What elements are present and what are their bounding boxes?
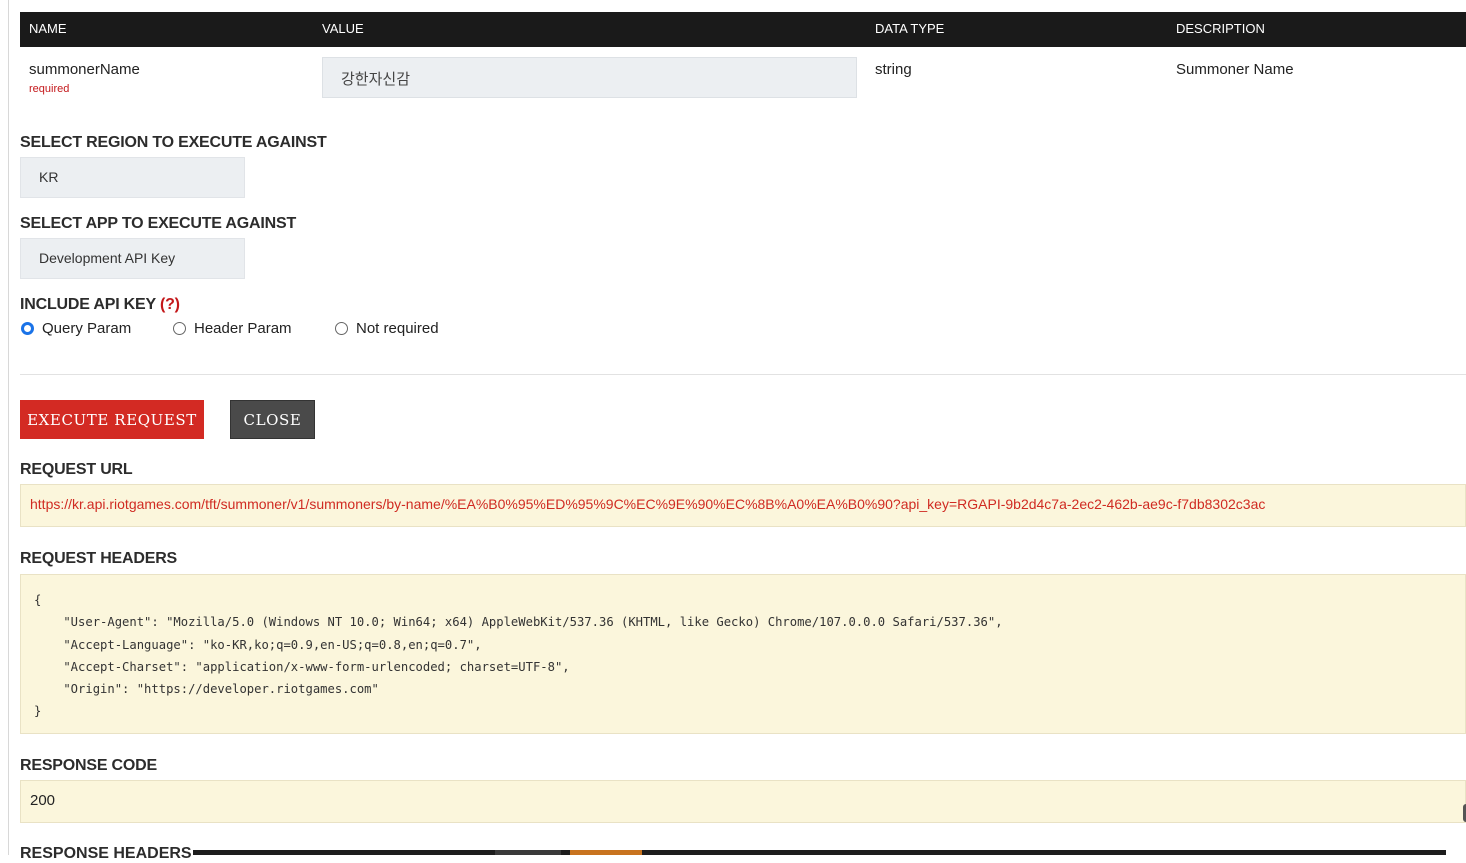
response-code-box: 200 — [20, 780, 1466, 823]
header-value: VALUE — [322, 21, 364, 36]
param-name: summonerName — [29, 61, 140, 78]
radio-label: Not required — [356, 320, 439, 337]
radio-query-param[interactable]: Query Param — [21, 320, 131, 337]
summoner-name-input[interactable]: 강한자신감 — [322, 57, 857, 98]
param-row-summonername: summonerName required 강한자신감 string Summo… — [20, 47, 1466, 112]
radio-header-param[interactable]: Header Param — [173, 320, 292, 337]
app-label: SELECT APP TO EXECUTE AGAINST — [20, 215, 297, 232]
api-console: NAME VALUE DATA TYPE DESCRIPTION summone… — [20, 0, 1466, 862]
response-code-value: 200 — [30, 792, 56, 809]
request-headers-box: { "User-Agent": "Mozilla/5.0 (Windows NT… — [20, 574, 1466, 734]
execute-request-button[interactable]: EXECUTE REQUEST — [20, 400, 204, 439]
left-border — [8, 0, 9, 855]
radio-unchecked-icon[interactable] — [173, 322, 186, 335]
request-headers-label: REQUEST HEADERS — [20, 550, 178, 567]
header-name: NAME — [29, 21, 67, 36]
divider — [20, 374, 1466, 375]
api-key-label: INCLUDE API KEY — [20, 296, 156, 313]
header-data-type: DATA TYPE — [875, 21, 945, 36]
request-headers-value: { "User-Agent": "Mozilla/5.0 (Windows NT… — [34, 593, 1003, 719]
taskbar-segment-active — [570, 850, 642, 855]
api-key-help-link[interactable]: (?) — [160, 296, 180, 313]
radio-unchecked-icon[interactable] — [335, 322, 348, 335]
region-label: SELECT REGION TO EXECUTE AGAINST — [20, 134, 327, 151]
request-url-label: REQUEST URL — [20, 461, 133, 478]
bottom-taskbar-strip — [193, 850, 1446, 855]
close-button[interactable]: CLOSE — [230, 400, 315, 439]
radio-checked-icon[interactable] — [21, 322, 34, 335]
param-description: Summoner Name — [1176, 61, 1294, 78]
taskbar-segment — [495, 850, 561, 855]
response-code-label: RESPONSE CODE — [20, 757, 157, 774]
radio-label: Header Param — [194, 320, 292, 337]
response-headers-label: RESPONSE HEADERS — [20, 845, 192, 862]
radio-label: Query Param — [42, 320, 132, 337]
request-url-value[interactable]: https://kr.api.riotgames.com/tft/summone… — [30, 496, 1265, 512]
params-table-header: NAME VALUE DATA TYPE DESCRIPTION — [20, 12, 1466, 47]
app-select[interactable]: Development API Key — [20, 238, 245, 279]
api-key-heading: INCLUDE API KEY (?) — [20, 296, 180, 314]
param-data-type: string — [875, 61, 912, 78]
header-description: DESCRIPTION — [1176, 21, 1265, 36]
region-select[interactable]: KR — [20, 157, 245, 198]
radio-not-required[interactable]: Not required — [335, 320, 439, 337]
request-url-box: https://kr.api.riotgames.com/tft/summone… — [20, 484, 1466, 527]
required-label: required — [29, 83, 70, 95]
